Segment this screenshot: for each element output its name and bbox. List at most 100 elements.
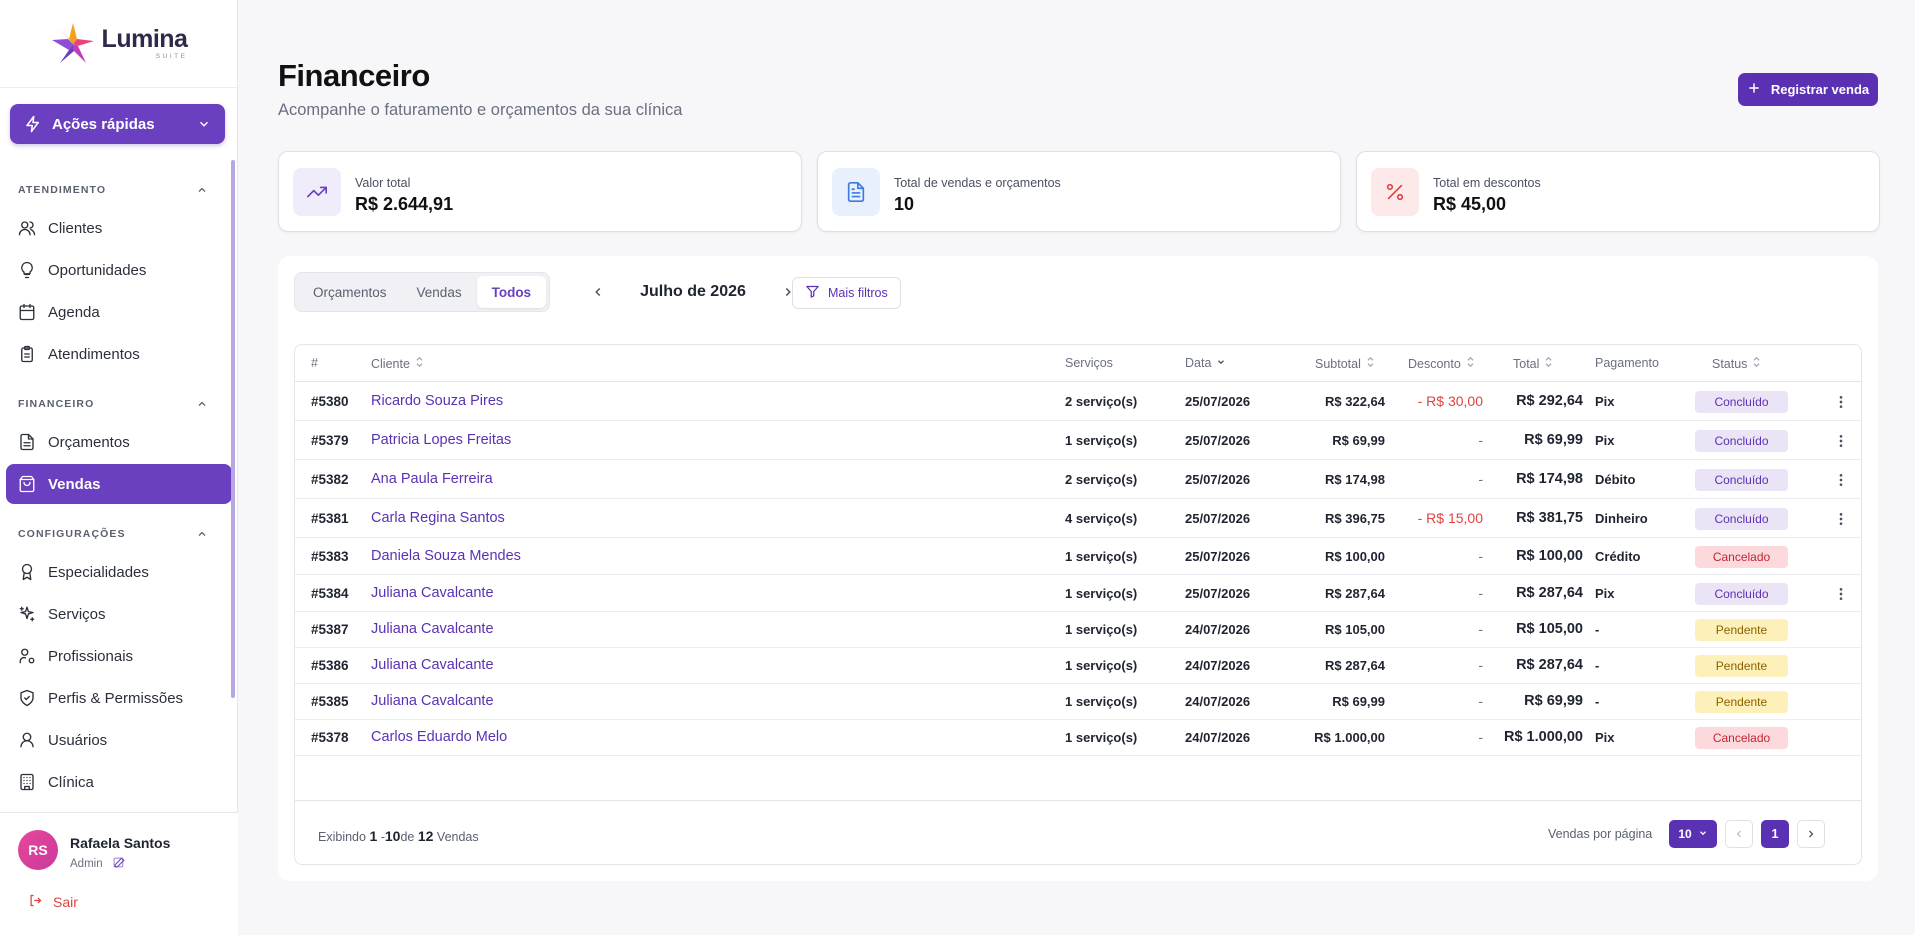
row-date: 25/07/2026: [1185, 586, 1251, 601]
sidebar-item-label: Especialidades: [48, 563, 149, 581]
sidebar-item-atendimentos[interactable]: Atendimentos: [6, 334, 232, 374]
tab-vendas[interactable]: Vendas: [402, 276, 477, 308]
quick-actions-label: Ações rápidas: [52, 115, 155, 133]
avatar[interactable]: RS: [18, 830, 58, 870]
row-client-link[interactable]: Juliana Cavalcante: [371, 693, 494, 709]
row-payment: -: [1595, 622, 1600, 637]
col-subtotal[interactable]: Subtotal: [1315, 356, 1375, 371]
per-page-select[interactable]: 10: [1669, 820, 1717, 848]
row-discount: -: [1478, 471, 1483, 487]
row-client-link[interactable]: Patricia Lopes Freitas: [371, 432, 511, 448]
table-row[interactable]: #5387 Juliana Cavalcante 1 serviço(s) 24…: [295, 612, 1861, 648]
table-row[interactable]: #5384 Juliana Cavalcante 1 serviço(s) 25…: [295, 575, 1861, 612]
sidebar-item-clinica[interactable]: Clínica: [6, 762, 232, 802]
edit-profile-icon[interactable]: [113, 856, 126, 872]
sidebar-item-label: Orçamentos: [48, 433, 130, 451]
row-client-link[interactable]: Carlos Eduardo Melo: [371, 729, 507, 745]
col-client[interactable]: Cliente: [371, 356, 424, 371]
table-row[interactable]: #5383 Daniela Souza Mendes 1 serviço(s) …: [295, 538, 1861, 575]
pagination-summary: Exibindo 1 -10de 12 Vendas: [318, 828, 479, 844]
sidebar-item-usuarios[interactable]: Usuários: [6, 720, 232, 760]
sidebar-item-preferencias-da-clinica[interactable]: Preferências da clínica: [6, 804, 232, 812]
col-status[interactable]: Status: [1712, 356, 1761, 371]
status-badge: Pendente: [1695, 619, 1788, 641]
brand-logo[interactable]: Lumina SUITE: [0, 0, 237, 88]
row-id: #5383: [311, 549, 349, 564]
sidebar-item-servicos[interactable]: Serviços: [6, 594, 232, 634]
register-sale-button[interactable]: Registrar venda: [1738, 73, 1878, 106]
row-client-link[interactable]: Daniela Souza Mendes: [371, 548, 521, 564]
row-client-link[interactable]: Juliana Cavalcante: [371, 585, 494, 601]
row-total: R$ 174,98: [1516, 471, 1583, 487]
stat-card: Total em descontos R$ 45,00: [1356, 151, 1880, 232]
row-client-link[interactable]: Juliana Cavalcante: [371, 657, 494, 673]
sidebar-item-perfis-permissoes[interactable]: Perfis & Permissões: [6, 678, 232, 718]
tab-todos[interactable]: Todos: [476, 276, 547, 308]
row-actions-icon[interactable]: [1831, 394, 1851, 410]
sidebar-item-clientes[interactable]: Clientes: [6, 208, 232, 248]
row-id: #5379: [311, 433, 349, 448]
prev-page-button[interactable]: [1725, 820, 1753, 848]
row-actions-icon[interactable]: [1831, 511, 1851, 527]
row-client-link[interactable]: Carla Regina Santos: [371, 510, 505, 526]
stat-card: Valor total R$ 2.644,91: [278, 151, 802, 232]
sort-icon: [415, 356, 424, 371]
table-header: # Cliente Serviços Data Subtotal Descont…: [295, 345, 1861, 382]
row-actions-icon[interactable]: [1831, 586, 1851, 602]
user-panel: RS Rafaela Santos Admin Sair: [0, 812, 238, 935]
row-payment: Crédito: [1595, 549, 1641, 564]
col-date[interactable]: Data: [1185, 356, 1226, 370]
col-discount[interactable]: Desconto: [1408, 356, 1475, 371]
row-id: #5378: [311, 730, 349, 745]
next-page-button[interactable]: [1797, 820, 1825, 848]
users-icon: [18, 219, 36, 237]
table-row[interactable]: #5381 Carla Regina Santos 4 serviço(s) 2…: [295, 499, 1861, 538]
page-1-button[interactable]: 1: [1761, 820, 1789, 848]
sidebar-item-oportunidades[interactable]: Oportunidades: [6, 250, 232, 290]
section-header[interactable]: ATENDIMENTO: [18, 182, 208, 198]
sidebar-item-orcamentos[interactable]: Orçamentos: [6, 422, 232, 462]
tab-orcamentos[interactable]: Orçamentos: [298, 276, 402, 308]
sidebar-item-agenda[interactable]: Agenda: [6, 292, 232, 332]
sidebar-scrollbar[interactable]: [231, 160, 235, 698]
sidebar-item-especialidades[interactable]: Especialidades: [6, 552, 232, 592]
row-actions-icon[interactable]: [1831, 433, 1851, 449]
per-page-label: Vendas por página: [1548, 827, 1653, 841]
sidebar-item-label: Oportunidades: [48, 261, 147, 279]
col-total[interactable]: Total: [1513, 356, 1553, 371]
row-date: 25/07/2026: [1185, 549, 1251, 564]
sidebar-item-vendas[interactable]: Vendas: [6, 464, 232, 504]
row-date: 25/07/2026: [1185, 433, 1251, 448]
prev-month-button[interactable]: [588, 285, 608, 299]
row-services: 1 serviço(s): [1065, 658, 1138, 673]
section-header[interactable]: FINANCEIRO: [18, 396, 208, 412]
row-actions-icon[interactable]: [1831, 472, 1851, 488]
user-name: Rafaela Santos: [70, 835, 171, 851]
quick-actions-button[interactable]: Ações rápidas: [10, 104, 225, 144]
more-filters-label: Mais filtros: [828, 286, 888, 300]
logout-button[interactable]: Sair: [28, 893, 78, 911]
row-id: #5380: [311, 394, 349, 409]
row-subtotal: R$ 105,00: [1325, 622, 1385, 637]
row-payment: Pix: [1595, 730, 1615, 745]
table-row[interactable]: #5386 Juliana Cavalcante 1 serviço(s) 24…: [295, 648, 1861, 684]
sidebar-item-profissionais[interactable]: Profissionais: [6, 636, 232, 676]
table-row[interactable]: #5380 Ricardo Souza Pires 2 serviço(s) 2…: [295, 382, 1861, 421]
row-date: 24/07/2026: [1185, 658, 1251, 673]
page-subtitle: Acompanhe o faturamento e orçamentos da …: [278, 101, 683, 119]
table-row[interactable]: #5385 Juliana Cavalcante 1 serviço(s) 24…: [295, 684, 1861, 720]
month-navigator: Julho de 2026: [588, 272, 798, 312]
more-filters-button[interactable]: Mais filtros: [792, 277, 901, 309]
row-client-link[interactable]: Ana Paula Ferreira: [371, 471, 493, 487]
section-header[interactable]: CONFIGURAÇÕES: [18, 526, 208, 542]
row-client-link[interactable]: Juliana Cavalcante: [371, 621, 494, 637]
document-icon: [18, 433, 36, 451]
table-row[interactable]: #5382 Ana Paula Ferreira 2 serviço(s) 25…: [295, 460, 1861, 499]
table-row[interactable]: #5378 Carlos Eduardo Melo 1 serviço(s) 2…: [295, 720, 1861, 756]
row-date: 24/07/2026: [1185, 622, 1251, 637]
row-client-link[interactable]: Ricardo Souza Pires: [371, 393, 503, 409]
row-services: 1 serviço(s): [1065, 694, 1138, 709]
table-row[interactable]: #5379 Patricia Lopes Freitas 1 serviço(s…: [295, 421, 1861, 460]
row-id: #5385: [311, 694, 349, 709]
row-payment: -: [1595, 658, 1600, 673]
